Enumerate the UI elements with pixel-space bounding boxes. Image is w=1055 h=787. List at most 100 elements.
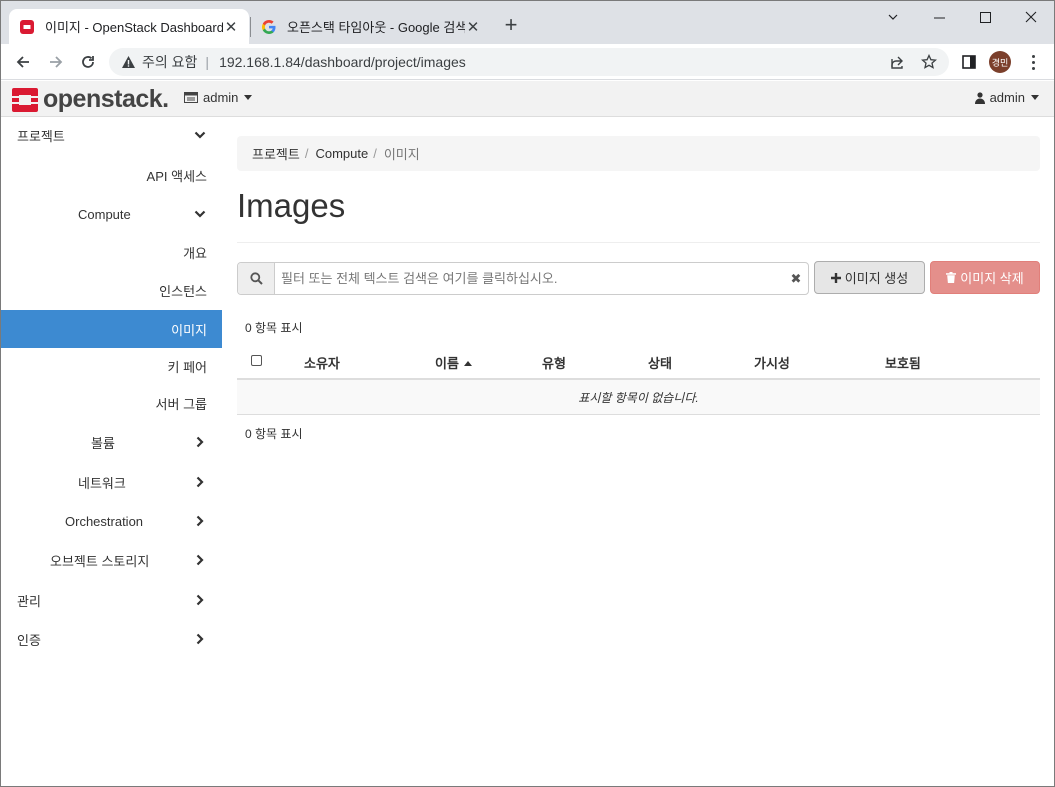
sidebar-item-label: 개요 [183,245,207,261]
column-owner[interactable]: 소유자 [304,353,340,372]
security-label[interactable]: 주의 요함 [142,52,197,72]
sidebar-item-label: Orchestration [65,513,144,529]
browser-toolbar: 주의 요함 | 192.168.1.84/dashboard/project/i… [1,44,1054,80]
bookmark-star-icon[interactable] [917,50,941,74]
search-input[interactable] [275,263,784,294]
url-text[interactable]: 192.168.1.84/dashboard/project/images [219,54,466,70]
sidebar-item-admin[interactable]: 관리 [1,582,222,618]
column-visibility[interactable]: 가시성 [754,353,790,372]
breadcrumb: 프로젝트 / Compute / 이미지 [237,136,1040,171]
clear-filter-icon[interactable]: ✖ [784,263,808,294]
sidebar-item-identity[interactable]: 인증 [1,621,222,657]
sidebar-item-overview[interactable]: 개요 [1,234,222,270]
openstack-logo[interactable]: openstack. [11,85,169,114]
close-tab-icon[interactable]: ✕ [465,18,481,36]
warning-icon[interactable] [121,55,136,69]
sidebar-item-server-groups[interactable]: 서버 그룹 [1,385,222,421]
forward-button[interactable] [44,50,68,74]
column-name[interactable]: 이름 [435,353,472,372]
column-status[interactable]: 상태 [648,353,672,372]
sidebar-item-instances[interactable]: 인스턴스 [1,272,222,308]
plus-icon [830,272,841,283]
tab-google-search[interactable]: 오픈스택 타임아웃 - Google 검색 ✕ [251,9,491,44]
chevron-right-icon [193,593,207,607]
caret-down-icon [1031,95,1039,100]
chevron-right-icon [193,553,207,567]
filter-group: ✖ [237,262,809,295]
sidebar-item-label: 인증 [17,632,41,648]
close-window-button[interactable] [1008,1,1054,33]
create-image-button[interactable]: 이미지 생성 [814,261,925,294]
side-panel-icon[interactable] [957,50,981,74]
profile-avatar[interactable]: 경민 [989,51,1011,73]
maximize-button[interactable] [962,1,1008,33]
chevron-right-icon [193,514,207,528]
sidebar-item-label: 프로젝트 [17,128,65,144]
delete-image-label: 이미지 삭제 [960,271,1024,286]
sort-ascending-icon [463,361,472,366]
sidebar-item-label: 이미지 [171,322,207,338]
user-icon [974,91,985,104]
sidebar-item-network[interactable]: 네트워크 [1,464,222,500]
breadcrumb-current: 이미지 [383,147,420,162]
sidebar-item-orchestration[interactable]: Orchestration [1,503,222,539]
empty-message: 표시할 항목이 없습니다. [578,390,699,405]
column-protected[interactable]: 보호됨 [885,353,921,372]
title-divider [237,242,1040,243]
sidebar-item-object-storage[interactable]: 오브젝트 스토리지 [1,542,222,578]
sidebar-item-compute[interactable]: Compute [1,196,222,232]
chevron-right-icon [193,632,207,646]
project-name: admin [203,90,239,105]
search-icon[interactable] [238,263,275,294]
user-menu[interactable]: admin [974,90,1039,105]
reload-button[interactable] [76,50,100,74]
sidebar-item-label: 볼륨 [91,435,115,451]
select-all-checkbox[interactable] [251,355,262,366]
new-tab-button[interactable]: + [499,13,523,37]
breadcrumb-separator: / [304,146,309,161]
sidebar-item-label: API 액세스 [146,168,207,184]
breadcrumb-project[interactable]: 프로젝트 [252,144,300,163]
chevron-down-icon [193,207,207,221]
openstack-favicon-icon [19,19,35,35]
chevron-down-icon[interactable] [870,1,916,33]
column-type[interactable]: 유형 [542,353,566,372]
tab-strip: 이미지 - OpenStack Dashboard ✕ 오픈스택 타임아웃 - … [1,1,1054,44]
sidebar-item-images[interactable]: 이미지 [1,310,222,348]
images-table: 소유자 이름 유형 상태 가시성 보호됨 표시할 항목이 없습니다. [237,342,1040,415]
openstack-header: openstack. admin admin [1,81,1054,117]
user-name: admin [989,90,1025,105]
back-button[interactable] [11,50,35,74]
empty-table-row: 표시할 항목이 없습니다. [237,380,1040,415]
tab-openstack[interactable]: 이미지 - OpenStack Dashboard ✕ [9,9,249,44]
item-count-bottom: 0 항목 표시 [245,427,303,441]
item-count-top: 0 항목 표시 [245,321,303,335]
sidebar-item-label: 관리 [17,593,41,609]
share-icon[interactable] [885,50,909,74]
minimize-button[interactable] [916,1,962,33]
project-selector[interactable]: admin [184,90,253,105]
sidebar-item-volumes[interactable]: 볼륨 [1,424,222,460]
project-list-icon [184,92,198,103]
sidebar-item-label: 인스턴스 [159,283,207,299]
sidebar-item-key-pairs[interactable]: 키 페어 [1,348,222,384]
sidebar-item-label: 네트워크 [78,475,126,491]
address-divider: | [205,54,210,70]
chevron-right-icon [193,435,207,449]
caret-down-icon [244,95,253,100]
create-image-label: 이미지 생성 [844,271,909,286]
sidebar-item-project[interactable]: 프로젝트 [1,117,222,153]
logo-text: openstack. [43,85,169,113]
browser-window: 이미지 - OpenStack Dashboard ✕ 오픈스택 타임아웃 - … [0,0,1055,787]
breadcrumb-compute[interactable]: Compute [315,146,368,161]
breadcrumb-separator: / [373,146,377,161]
close-tab-icon[interactable]: ✕ [223,18,239,36]
google-favicon-icon [261,19,277,35]
delete-image-button[interactable]: 이미지 삭제 [930,261,1040,294]
browser-menu-icon[interactable] [1025,50,1041,74]
sidebar-item-label: Compute [78,206,131,222]
sidebar-item-api-access[interactable]: API 액세스 [1,157,222,193]
address-bar[interactable]: 주의 요함 | 192.168.1.84/dashboard/project/i… [109,48,949,76]
table-header: 소유자 이름 유형 상태 가시성 보호됨 [237,342,1040,380]
sidebar-item-label: 오브젝트 스토리지 [50,553,150,569]
